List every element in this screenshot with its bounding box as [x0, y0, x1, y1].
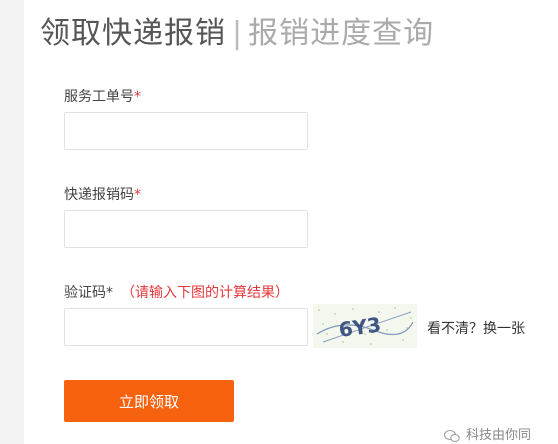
required-asterisk: * [134, 187, 141, 203]
express-code-input[interactable] [64, 210, 308, 248]
service-order-label-text: 服务工单号 [64, 89, 134, 105]
required-asterisk: * [106, 285, 113, 301]
service-order-input[interactable] [64, 112, 308, 150]
tab-separator: | [232, 16, 243, 51]
tab-claim-express-reimbursement[interactable]: 领取快递报销 [40, 16, 226, 51]
claim-now-button[interactable]: 立即领取 [64, 380, 234, 422]
captcha-image[interactable]: 6Y3 [313, 304, 417, 348]
captcha-text: 6Y3 [337, 312, 382, 342]
express-code-label-text: 快递报销码 [64, 187, 134, 203]
page-header: 领取快递报销 | 报销进度查询 [40, 8, 434, 52]
tab-reimbursement-progress[interactable]: 报销进度查询 [248, 16, 434, 51]
captcha-hint: （请输入下图的计算结果） [121, 285, 289, 301]
watermark: 科技由你同 [444, 424, 531, 443]
service-order-label: 服务工单号* [64, 86, 141, 106]
captcha-label: 验证码* （请输入下图的计算结果） [64, 282, 289, 302]
captcha-input[interactable] [64, 308, 308, 346]
watermark-text: 科技由你同 [466, 428, 532, 443]
required-asterisk: * [134, 89, 141, 105]
wechat-icon [444, 429, 460, 442]
captcha-refresh-link[interactable]: 看不清？换一张 [427, 318, 525, 338]
express-code-label: 快递报销码* [64, 184, 141, 204]
captcha-label-text: 验证码 [64, 285, 106, 301]
page-left-edge [0, 0, 24, 444]
